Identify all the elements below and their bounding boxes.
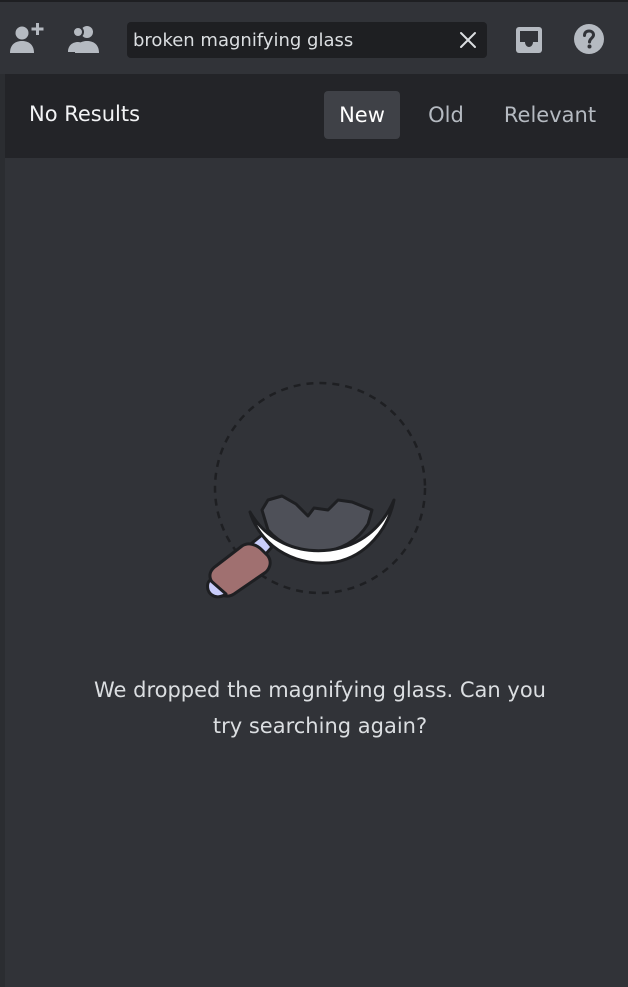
clear-search-button[interactable]: [457, 29, 479, 51]
inbox-button[interactable]: [512, 24, 546, 56]
help-icon: [574, 24, 604, 54]
empty-state-message: We dropped the magnifying glass. Can you…: [64, 672, 576, 744]
members-icon: [68, 26, 99, 53]
results-title: No Results: [29, 102, 141, 126]
broken-magnifying-glass-illustration: [200, 375, 440, 609]
add-friend-button[interactable]: [8, 20, 46, 56]
tab-sort-old[interactable]: Old: [415, 91, 477, 139]
panel-divider: [0, 74, 5, 987]
help-button[interactable]: [572, 22, 606, 56]
empty-state-line-1: We dropped the magnifying glass. Can you: [94, 678, 546, 702]
empty-state-line-2: try searching again?: [212, 714, 428, 738]
search-bar: [127, 22, 487, 58]
search-input[interactable]: [127, 22, 447, 58]
close-icon: [460, 32, 476, 48]
search-results-header: No Results New Old Relevant: [5, 74, 628, 158]
broken-magnifying-glass-icon: [206, 381, 427, 599]
members-button[interactable]: [66, 22, 104, 56]
person-add-icon: [10, 23, 44, 53]
top-toolbar: [0, 0, 628, 74]
tab-sort-new[interactable]: New: [324, 91, 400, 139]
tab-sort-relevant[interactable]: Relevant: [495, 91, 605, 139]
inbox-icon: [516, 27, 542, 53]
